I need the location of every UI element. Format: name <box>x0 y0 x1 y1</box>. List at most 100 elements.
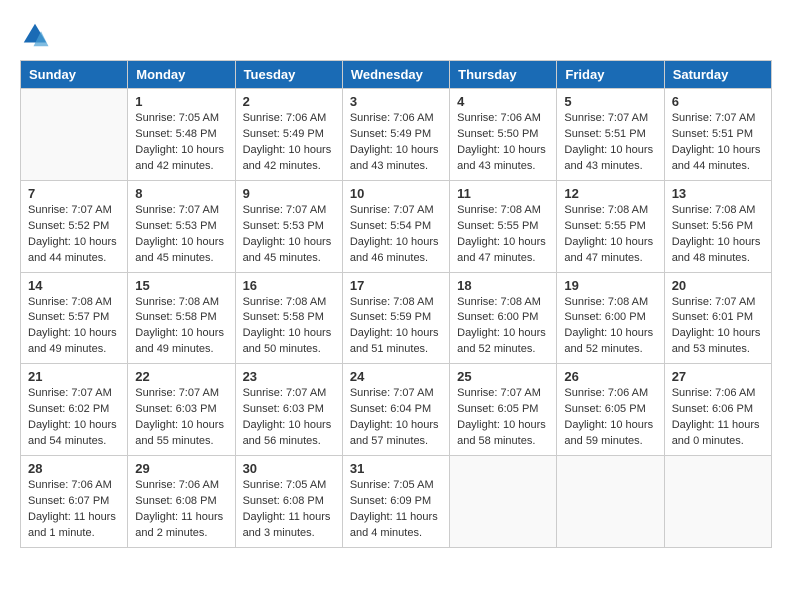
cell-info: Sunrise: 7:08 AM Sunset: 6:00 PM Dayligh… <box>457 295 549 359</box>
header <box>20 20 772 50</box>
cell-info: Sunrise: 7:08 AM Sunset: 6:00 PM Dayligh… <box>564 295 656 359</box>
day-number: 17 <box>350 278 442 293</box>
calendar-cell: 20 Sunrise: 7:07 AM Sunset: 6:01 PM Dayli… <box>664 272 771 364</box>
cell-info: Sunrise: 7:07 AM Sunset: 5:51 PM Dayligh… <box>564 111 656 175</box>
calendar-cell: 15 Sunrise: 7:08 AM Sunset: 5:58 PM Dayli… <box>128 272 235 364</box>
calendar-cell: 12 Sunrise: 7:08 AM Sunset: 5:55 PM Dayli… <box>557 180 664 272</box>
cell-info: Sunrise: 7:07 AM Sunset: 5:52 PM Dayligh… <box>28 203 120 267</box>
cell-info: Sunrise: 7:08 AM Sunset: 5:55 PM Dayligh… <box>564 203 656 267</box>
day-number: 15 <box>135 278 227 293</box>
day-number: 24 <box>350 369 442 384</box>
logo <box>20 20 54 50</box>
calendar-cell <box>557 456 664 548</box>
calendar-cell: 27 Sunrise: 7:06 AM Sunset: 6:06 PM Dayli… <box>664 364 771 456</box>
cell-info: Sunrise: 7:05 AM Sunset: 6:08 PM Dayligh… <box>243 478 335 542</box>
day-header-friday: Friday <box>557 61 664 89</box>
cell-info: Sunrise: 7:08 AM Sunset: 5:57 PM Dayligh… <box>28 295 120 359</box>
calendar-cell: 11Sunrise: 7:08 AM Sunset: 5:55 PM Dayli… <box>450 180 557 272</box>
day-number: 22 <box>135 369 227 384</box>
day-number: 23 <box>243 369 335 384</box>
day-number: 14 <box>28 278 120 293</box>
day-number: 12 <box>564 186 656 201</box>
cell-info: Sunrise: 7:05 AM Sunset: 6:09 PM Dayligh… <box>350 478 442 542</box>
day-number: 20 <box>672 278 764 293</box>
calendar-cell: 8 Sunrise: 7:07 AM Sunset: 5:53 PM Daylig… <box>128 180 235 272</box>
day-number: 5 <box>564 94 656 109</box>
calendar-cell: 19 Sunrise: 7:08 AM Sunset: 6:00 PM Dayli… <box>557 272 664 364</box>
calendar-cell: 1Sunrise: 7:05 AM Sunset: 5:48 PM Daylig… <box>128 89 235 181</box>
day-number: 21 <box>28 369 120 384</box>
day-header-saturday: Saturday <box>664 61 771 89</box>
calendar-cell: 17Sunrise: 7:08 AM Sunset: 5:59 PM Dayli… <box>342 272 449 364</box>
cell-info: Sunrise: 7:08 AM Sunset: 5:56 PM Dayligh… <box>672 203 764 267</box>
cell-info: Sunrise: 7:07 AM Sunset: 6:03 PM Dayligh… <box>135 386 227 450</box>
calendar-cell: 24 Sunrise: 7:07 AM Sunset: 6:04 PM Dayli… <box>342 364 449 456</box>
day-number: 8 <box>135 186 227 201</box>
day-number: 10 <box>350 186 442 201</box>
day-number: 19 <box>564 278 656 293</box>
day-header-tuesday: Tuesday <box>235 61 342 89</box>
day-number: 28 <box>28 461 120 476</box>
cell-info: Sunrise: 7:06 AM Sunset: 5:49 PM Dayligh… <box>243 111 335 175</box>
day-header-monday: Monday <box>128 61 235 89</box>
day-number: 6 <box>672 94 764 109</box>
cell-info: Sunrise: 7:07 AM Sunset: 6:05 PM Dayligh… <box>457 386 549 450</box>
day-number: 9 <box>243 186 335 201</box>
calendar-week-row: 1Sunrise: 7:05 AM Sunset: 5:48 PM Daylig… <box>21 89 772 181</box>
cell-info: Sunrise: 7:07 AM Sunset: 6:01 PM Dayligh… <box>672 295 764 359</box>
day-number: 13 <box>672 186 764 201</box>
calendar-cell: 30 Sunrise: 7:05 AM Sunset: 6:08 PM Dayli… <box>235 456 342 548</box>
day-number: 11 <box>457 186 549 201</box>
day-number: 31 <box>350 461 442 476</box>
calendar-cell <box>664 456 771 548</box>
day-number: 27 <box>672 369 764 384</box>
cell-info: Sunrise: 7:07 AM Sunset: 6:02 PM Dayligh… <box>28 386 120 450</box>
day-number: 1 <box>135 94 227 109</box>
calendar-cell: 21 Sunrise: 7:07 AM Sunset: 6:02 PM Dayli… <box>21 364 128 456</box>
cell-info: Sunrise: 7:06 AM Sunset: 5:49 PM Dayligh… <box>350 111 442 175</box>
calendar-cell: 22 Sunrise: 7:07 AM Sunset: 6:03 PM Dayli… <box>128 364 235 456</box>
cell-info: Sunrise: 7:07 AM Sunset: 6:03 PM Dayligh… <box>243 386 335 450</box>
calendar-cell: 13 Sunrise: 7:08 AM Sunset: 5:56 PM Dayli… <box>664 180 771 272</box>
calendar-cell: 10 Sunrise: 7:07 AM Sunset: 5:54 PM Dayli… <box>342 180 449 272</box>
calendar-week-row: 21 Sunrise: 7:07 AM Sunset: 6:02 PM Dayli… <box>21 364 772 456</box>
calendar-table: SundayMondayTuesdayWednesdayThursdayFrid… <box>20 60 772 548</box>
calendar-cell: 31 Sunrise: 7:05 AM Sunset: 6:09 PM Dayli… <box>342 456 449 548</box>
day-number: 18 <box>457 278 549 293</box>
cell-info: Sunrise: 7:07 AM Sunset: 5:51 PM Dayligh… <box>672 111 764 175</box>
day-number: 26 <box>564 369 656 384</box>
day-number: 16 <box>243 278 335 293</box>
day-number: 4 <box>457 94 549 109</box>
cell-info: Sunrise: 7:06 AM Sunset: 6:06 PM Dayligh… <box>672 386 764 450</box>
cell-info: Sunrise: 7:07 AM Sunset: 5:53 PM Dayligh… <box>135 203 227 267</box>
day-header-wednesday: Wednesday <box>342 61 449 89</box>
calendar-cell: 18 Sunrise: 7:08 AM Sunset: 6:00 PM Dayli… <box>450 272 557 364</box>
cell-info: Sunrise: 7:06 AM Sunset: 6:08 PM Dayligh… <box>135 478 227 542</box>
cell-info: Sunrise: 7:07 AM Sunset: 6:04 PM Dayligh… <box>350 386 442 450</box>
calendar-cell: 4Sunrise: 7:06 AM Sunset: 5:50 PM Daylig… <box>450 89 557 181</box>
cell-info: Sunrise: 7:06 AM Sunset: 6:05 PM Dayligh… <box>564 386 656 450</box>
calendar-header-row: SundayMondayTuesdayWednesdayThursdayFrid… <box>21 61 772 89</box>
calendar-cell: 14 Sunrise: 7:08 AM Sunset: 5:57 PM Dayli… <box>21 272 128 364</box>
calendar-week-row: 28 Sunrise: 7:06 AM Sunset: 6:07 PM Dayli… <box>21 456 772 548</box>
calendar-cell: 29 Sunrise: 7:06 AM Sunset: 6:08 PM Dayli… <box>128 456 235 548</box>
cell-info: Sunrise: 7:07 AM Sunset: 5:54 PM Dayligh… <box>350 203 442 267</box>
cell-info: Sunrise: 7:06 AM Sunset: 6:07 PM Dayligh… <box>28 478 120 542</box>
calendar-cell: 7Sunrise: 7:07 AM Sunset: 5:52 PM Daylig… <box>21 180 128 272</box>
calendar-cell: 28 Sunrise: 7:06 AM Sunset: 6:07 PM Dayli… <box>21 456 128 548</box>
day-number: 3 <box>350 94 442 109</box>
calendar-cell: 16 Sunrise: 7:08 AM Sunset: 5:58 PM Dayli… <box>235 272 342 364</box>
calendar-week-row: 7Sunrise: 7:07 AM Sunset: 5:52 PM Daylig… <box>21 180 772 272</box>
cell-info: Sunrise: 7:08 AM Sunset: 5:58 PM Dayligh… <box>243 295 335 359</box>
day-number: 29 <box>135 461 227 476</box>
calendar-cell: 25 Sunrise: 7:07 AM Sunset: 6:05 PM Dayli… <box>450 364 557 456</box>
day-number: 2 <box>243 94 335 109</box>
cell-info: Sunrise: 7:08 AM Sunset: 5:58 PM Dayligh… <box>135 295 227 359</box>
day-number: 30 <box>243 461 335 476</box>
calendar-cell <box>450 456 557 548</box>
calendar-cell: 23 Sunrise: 7:07 AM Sunset: 6:03 PM Dayli… <box>235 364 342 456</box>
calendar-cell: 5 Sunrise: 7:07 AM Sunset: 5:51 PM Daylig… <box>557 89 664 181</box>
calendar-cell: 3 Sunrise: 7:06 AM Sunset: 5:49 PM Daylig… <box>342 89 449 181</box>
calendar-cell <box>21 89 128 181</box>
day-number: 25 <box>457 369 549 384</box>
